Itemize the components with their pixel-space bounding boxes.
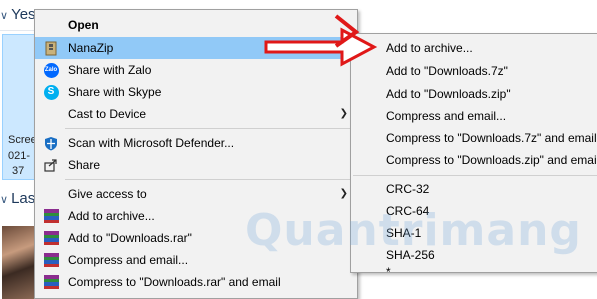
submenu-item-add-7z[interactable]: Add to "Downloads.7z" xyxy=(351,60,597,82)
menu-item-winrar-compress-rar-email[interactable]: Compress to "Downloads.rar" and email xyxy=(35,271,357,293)
winrar-icon xyxy=(43,230,59,246)
file-name-line-3: 37 xyxy=(12,165,25,177)
file-name-line-1: Scree xyxy=(8,134,37,146)
chevron-right-icon: ❯ xyxy=(339,108,348,119)
submenu-item-compress-email[interactable]: Compress and email... xyxy=(351,105,597,127)
menu-item-cast-to-device[interactable]: Cast to Device ❯ xyxy=(35,103,357,125)
menu-separator xyxy=(65,128,355,129)
winrar-icon xyxy=(43,208,59,224)
group-divider xyxy=(0,30,34,31)
defender-shield-icon xyxy=(43,135,59,151)
winrar-icon xyxy=(43,252,59,268)
chevron-down-icon: ∨ xyxy=(0,194,9,206)
menu-item-share-skype[interactable]: S Share with Skype xyxy=(35,81,357,103)
menu-item-scan-defender[interactable]: Scan with Microsoft Defender... xyxy=(35,132,357,154)
menu-item-share[interactable]: Share xyxy=(35,154,357,176)
red-arrow-icon xyxy=(264,27,378,67)
menu-item-give-access[interactable]: Give access to ❯ xyxy=(35,183,357,205)
file-name-line-2: 021- xyxy=(8,150,31,162)
skype-icon: S xyxy=(43,84,59,100)
watermark-text: Quantrimang xyxy=(245,205,582,256)
chevron-right-icon: ❯ xyxy=(339,188,348,199)
submenu-item-compress-7z-email[interactable]: Compress to "Downloads.7z" and email xyxy=(351,127,597,149)
submenu-item-add-zip[interactable]: Add to "Downloads.zip" xyxy=(351,83,597,105)
submenu-item-compress-zip-email[interactable]: Compress to "Downloads.zip" and email xyxy=(351,149,597,171)
file-thumbnail-image[interactable] xyxy=(2,226,36,299)
submenu-item-add-archive[interactable]: Add to archive... xyxy=(351,37,597,59)
zalo-icon: Zalo xyxy=(43,62,59,78)
red-arrow-icon xyxy=(334,14,360,48)
submenu-item-crc32[interactable]: CRC-32 xyxy=(351,178,597,200)
nanazip-icon xyxy=(43,40,59,56)
submenu-item-all-hashes[interactable]: * xyxy=(351,265,597,279)
menu-separator xyxy=(65,179,355,180)
winrar-icon xyxy=(43,274,59,290)
submenu-separator xyxy=(353,175,597,176)
chevron-down-icon: ∨ xyxy=(0,10,9,22)
share-icon xyxy=(43,157,59,173)
